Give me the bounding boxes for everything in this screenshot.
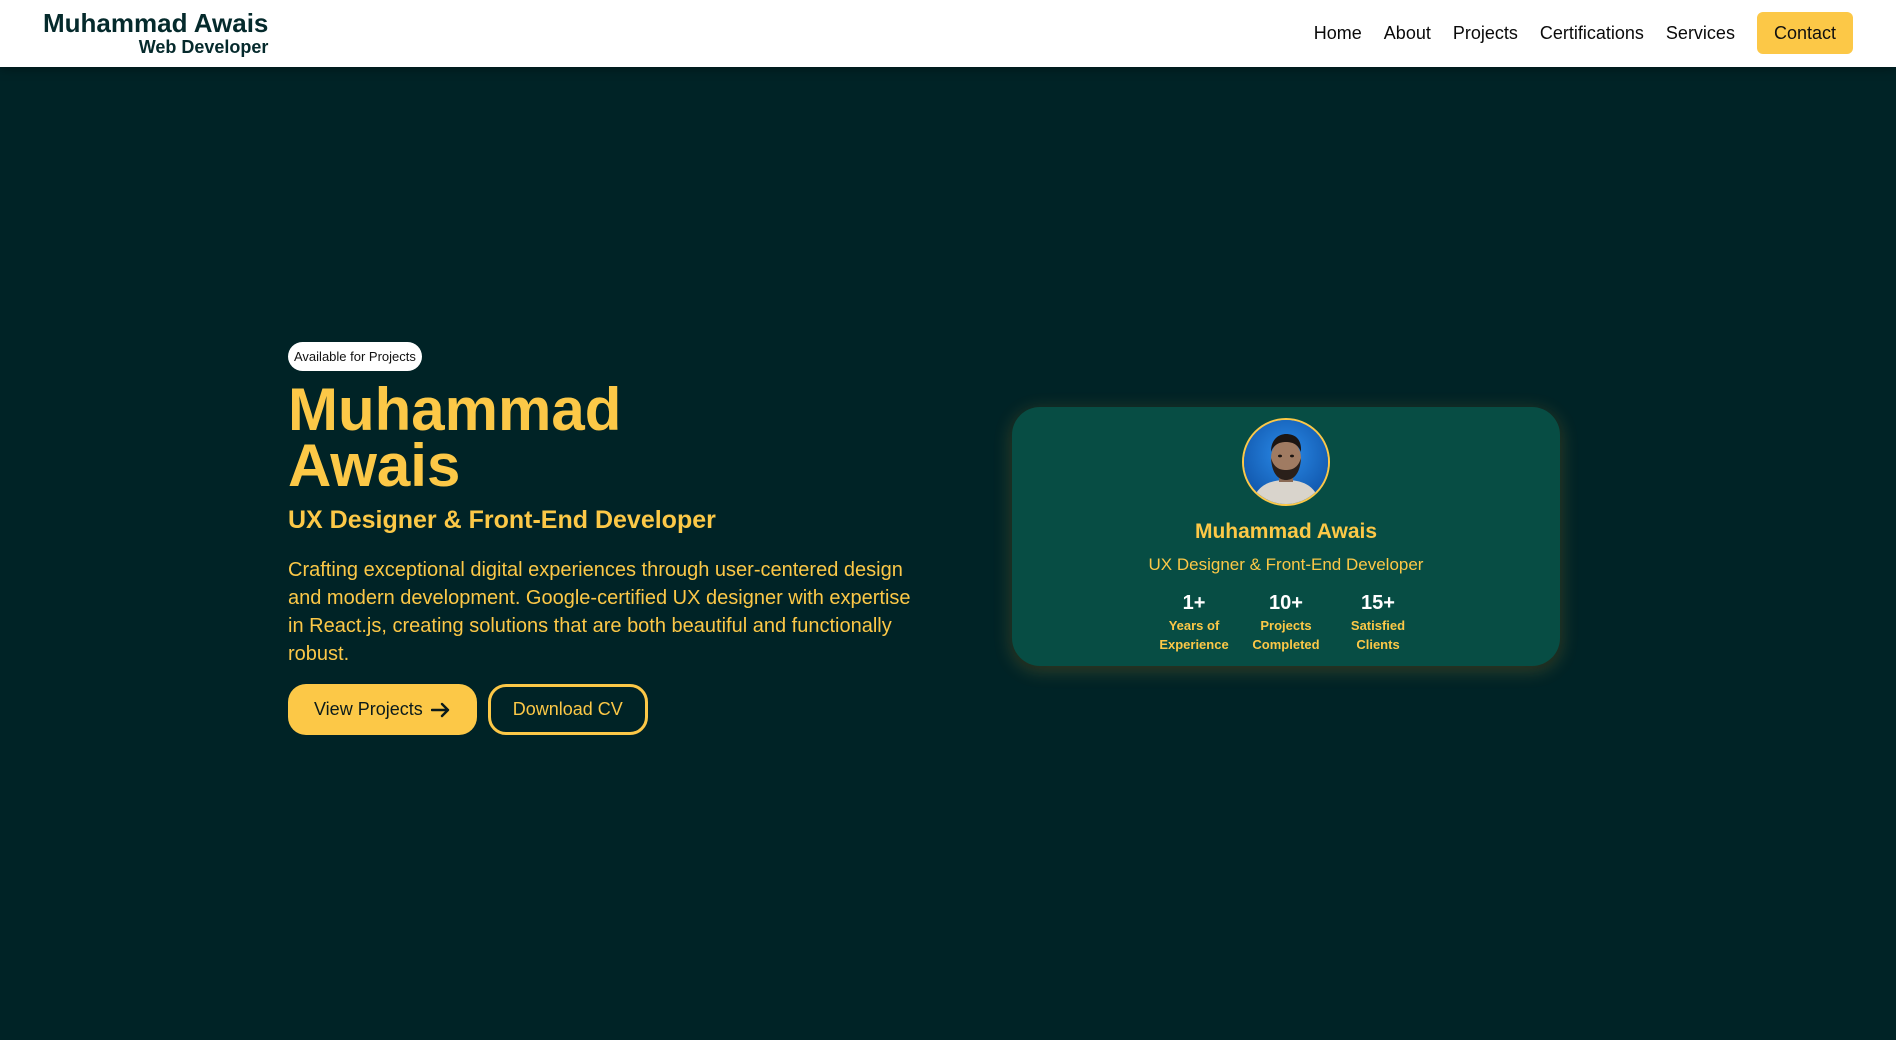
brand-name: Muhammad Awais <box>43 8 269 38</box>
profile-card: Muhammad Awais UX Designer & Front-End D… <box>1012 407 1560 666</box>
profile-photo <box>1244 420 1328 504</box>
view-projects-label: View Projects <box>314 699 423 719</box>
arrow-right-icon <box>430 702 451 718</box>
stat-value: 10+ <box>1269 592 1303 614</box>
card-role: UX Designer & Front-End Developer <box>1148 555 1424 574</box>
contact-button[interactable]: Contact <box>1756 12 1853 54</box>
stat-clients: 15+ Satisfied Clients <box>1339 591 1417 654</box>
nav-home-link[interactable]: Home <box>1314 12 1362 54</box>
card-stats: 1+ Years of Experience 10+ Projects Comp… <box>1012 591 1560 654</box>
stat-label: Projects Completed <box>1252 618 1320 652</box>
card-name: Muhammad Awais <box>1194 520 1378 543</box>
stat-label: Years of Experience <box>1159 618 1229 652</box>
nav-certifications-link[interactable]: Certifications <box>1540 12 1644 54</box>
hero-description: Crafting exceptional digital experiences… <box>288 559 911 665</box>
hero-actions: View Projects Download CV <box>288 684 928 735</box>
stat-value: 1+ <box>1182 592 1206 614</box>
nav-services-link[interactable]: Services <box>1666 12 1735 54</box>
stat-projects: 10+ Projects Completed <box>1247 591 1325 654</box>
view-projects-button[interactable]: View Projects <box>288 684 477 735</box>
navbar: Muhammad Awais Web Developer Home About … <box>0 0 1896 67</box>
hero-role: UX Designer & Front-End Developer <box>288 506 716 534</box>
stat-label: Satisfied Clients <box>1350 618 1406 652</box>
availability-badge: Available for Projects <box>288 342 422 371</box>
brand-role: Web Developer <box>138 37 269 57</box>
hero-intro: Available for Projects Muhammad Awais UX… <box>288 342 928 735</box>
download-cv-button[interactable]: Download CV <box>487 684 648 735</box>
brand-logo[interactable]: Muhammad Awais Web Developer <box>43 9 268 57</box>
nav-projects-link[interactable]: Projects <box>1453 12 1518 54</box>
stat-value: 15+ <box>1361 592 1395 614</box>
nav-menu: Home About Projects Certifications Servi… <box>1314 12 1853 54</box>
hero-name: Muhammad Awais <box>288 376 622 499</box>
avatar <box>1242 418 1330 506</box>
stat-experience: 1+ Years of Experience <box>1155 591 1233 654</box>
nav-about-link[interactable]: About <box>1384 12 1431 54</box>
